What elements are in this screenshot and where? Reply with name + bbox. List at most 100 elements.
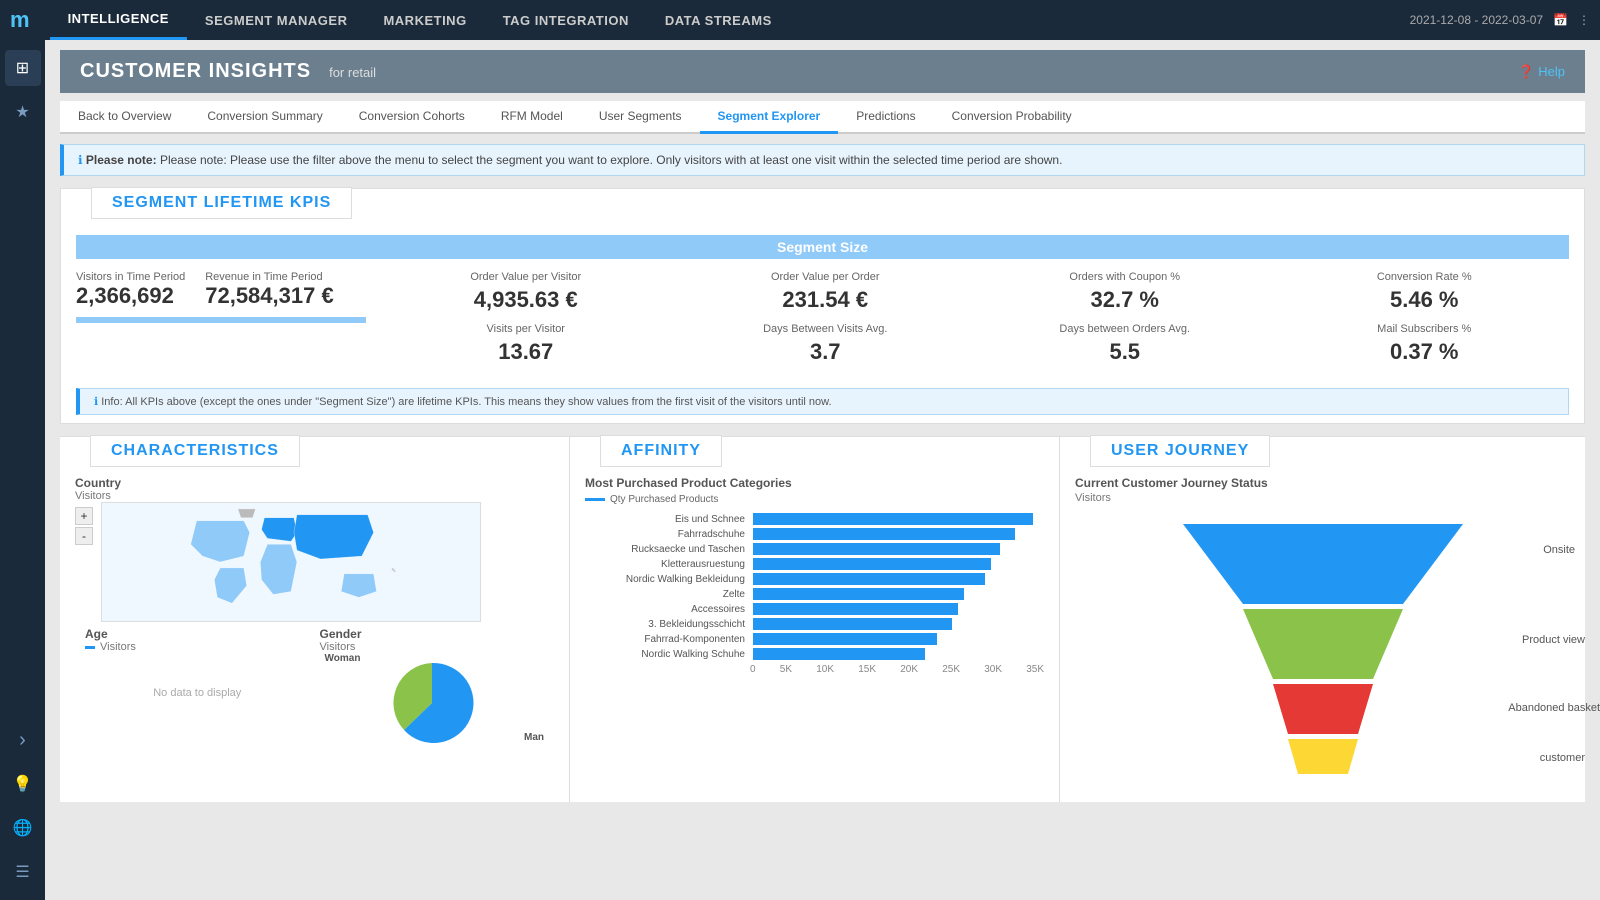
onsite-label: Onsite	[1543, 544, 1575, 556]
bar-fill	[753, 573, 985, 585]
calendar-icon[interactable]: 📅	[1553, 13, 1568, 27]
country-visitors-label: Visitors	[75, 490, 554, 502]
page-title: CUSTOMER INSIGHTS	[80, 60, 311, 83]
gender-label: Gender	[320, 627, 545, 641]
progress-bar	[76, 317, 366, 323]
bar-fill	[753, 513, 1033, 525]
star-icon[interactable]: ★	[5, 94, 41, 130]
age-label: Age	[85, 627, 310, 641]
tab-back-to-overview[interactable]: Back to Overview	[60, 101, 189, 134]
bar-row: Kletterausruestung	[750, 558, 1044, 570]
nav-intelligence[interactable]: INTELLIGENCE	[50, 0, 187, 40]
kpi-mail-subscribers: Mail Subscribers % 0.37 %	[1280, 323, 1570, 365]
bar-label: Kletterausruestung	[585, 559, 745, 570]
bar-fill	[753, 528, 1015, 540]
bar-fill	[753, 543, 1000, 555]
characteristics-title: CHARACTERISTICS	[111, 442, 279, 459]
page-subtitle: for retail	[329, 65, 376, 80]
bar-row: Eis und Schnee	[750, 513, 1044, 525]
tab-segment-explorer[interactable]: Segment Explorer	[700, 101, 839, 134]
age-visitors: Visitors	[85, 641, 310, 653]
globe-icon[interactable]: 🌐	[5, 810, 41, 846]
zoom-controls: + -	[75, 507, 93, 545]
visitors-kpi: Visitors in Time Period 2,366,692	[76, 271, 185, 309]
country-section: Country Visitors + -	[60, 468, 569, 761]
zoom-out-button[interactable]: -	[75, 527, 93, 545]
bar-label: Eis und Schnee	[585, 514, 745, 525]
bar-label: Rucksaecke und Taschen	[585, 544, 745, 555]
journey-content: Current Customer Journey Status Visitors	[1060, 468, 1585, 802]
top-nav: m INTELLIGENCE SEGMENT MANAGER MARKETING…	[0, 0, 1600, 40]
bar-label: Accessoires	[585, 604, 745, 615]
journey-chart-title: Current Customer Journey Status	[1075, 476, 1570, 490]
date-range: 2021-12-08 - 2022-03-07 📅 ⋮	[1410, 13, 1590, 27]
bar-chart: Eis und Schnee Fahrradschuhe Rucksaecke un…	[585, 513, 1044, 660]
affinity-chart-title: Most Purchased Product Categories	[585, 476, 1044, 490]
tab-conversion-summary[interactable]: Conversion Summary	[189, 101, 340, 134]
journey-title: USER JOURNEY	[1111, 442, 1249, 459]
affinity-title-bar: AFFINITY	[600, 435, 722, 467]
list-icon[interactable]: ☰	[5, 854, 41, 890]
bar-row: Fahrrad-Komponenten	[750, 633, 1044, 645]
bar-row: Rucksaecke und Taschen	[750, 543, 1044, 555]
kpi-grid: Order Value per Visitor 4,935.63 € Order…	[381, 271, 1569, 365]
kpi-order-value-order: Order Value per Order 231.54 €	[681, 271, 971, 313]
app-logo: m	[10, 7, 30, 33]
customer-label: customer	[1540, 752, 1585, 764]
bar-label: Nordic Walking Bekleidung	[585, 574, 745, 585]
age-section: Age Visitors No data to display	[85, 627, 310, 748]
tab-bar: Back to Overview Conversion Summary Conv…	[60, 101, 1585, 134]
product-view-label: Product view	[1522, 634, 1585, 646]
journey-title-bar: USER JOURNEY	[1090, 435, 1270, 467]
lightbulb-icon[interactable]: 💡	[5, 766, 41, 802]
nav-marketing[interactable]: MARKETING	[365, 0, 484, 40]
nav-data-streams[interactable]: DATA STREAMS	[647, 0, 790, 40]
bar-fill	[753, 633, 937, 645]
bar-row: Accessoires	[750, 603, 1044, 615]
user-journey-section: USER JOURNEY Current Customer Journey St…	[1060, 437, 1585, 802]
kpi-visits-visitor: Visits per Visitor 13.67	[381, 323, 671, 365]
country-label: Country	[75, 476, 554, 490]
nav-items: INTELLIGENCE SEGMENT MANAGER MARKETING T…	[50, 0, 790, 40]
chevron-right-icon[interactable]: ›	[5, 722, 41, 758]
tab-conversion-probability[interactable]: Conversion Probability	[934, 101, 1090, 134]
nav-segment-manager[interactable]: SEGMENT MANAGER	[187, 0, 366, 40]
tab-predictions[interactable]: Predictions	[838, 101, 933, 134]
more-icon[interactable]: ⋮	[1578, 13, 1590, 27]
characteristics-title-bar: CHARACTERISTICS	[90, 435, 300, 467]
nav-tag-integration[interactable]: TAG INTEGRATION	[485, 0, 647, 40]
help-button[interactable]: ❓ Help	[1518, 64, 1565, 80]
grid-icon[interactable]: ⊞	[5, 50, 41, 86]
kpi-info-box: ℹ Info: All KPIs above (except the ones …	[76, 388, 1569, 415]
pie-container: Woman Man	[320, 658, 545, 748]
characteristics-section: CHARACTERISTICS Country Visitors + -	[60, 437, 570, 802]
revenue-kpi: Revenue in Time Period 72,584,317 €	[205, 271, 333, 309]
kpi-orders-coupon: Orders with Coupon % 32.7 %	[980, 271, 1270, 313]
tab-user-segments[interactable]: User Segments	[581, 101, 700, 134]
map-container: + -	[75, 502, 554, 622]
gender-section: Gender Visitors Woman Man	[320, 627, 545, 748]
funnel-container: Onsite Product view Abandoned basket cus…	[1075, 514, 1570, 794]
kpi-left-inner: Visitors in Time Period 2,366,692 Revenu…	[76, 271, 366, 309]
bar-label: Fahrradschuhe	[585, 529, 745, 540]
segment-kpis-title-bar: SEGMENT LIFETIME KPIS	[91, 187, 352, 219]
zoom-in-button[interactable]: +	[75, 507, 93, 525]
affinity-legend: Qty Purchased Products	[585, 494, 1044, 505]
header-bar: CUSTOMER INSIGHTS for retail ❓ Help	[60, 50, 1585, 93]
tab-rfm-model[interactable]: RFM Model	[483, 101, 581, 134]
kpi-days-orders: Days between Orders Avg. 5.5	[980, 323, 1270, 365]
bar-fill	[753, 648, 925, 660]
bottom-sections: CHARACTERISTICS Country Visitors + -	[60, 436, 1585, 802]
tab-conversion-cohorts[interactable]: Conversion Cohorts	[341, 101, 483, 134]
gender-visitors: Visitors	[320, 641, 545, 653]
svg-text:✎: ✎	[391, 568, 396, 575]
kpi-conversion-rate: Conversion Rate % 5.46 %	[1280, 271, 1570, 313]
bar-label: Fahrrad-Komponenten	[585, 634, 745, 645]
world-map: ✎	[101, 502, 481, 622]
note-banner: ℹ Please note: Please note: Please use t…	[60, 144, 1585, 176]
affinity-section: AFFINITY Most Purchased Product Categori…	[570, 437, 1060, 802]
segment-kpis-title: SEGMENT LIFETIME KPIS	[112, 194, 331, 211]
bar-label: Nordic Walking Schuhe	[585, 649, 745, 660]
bar-row: Fahrradschuhe	[750, 528, 1044, 540]
bar-fill	[753, 603, 958, 615]
